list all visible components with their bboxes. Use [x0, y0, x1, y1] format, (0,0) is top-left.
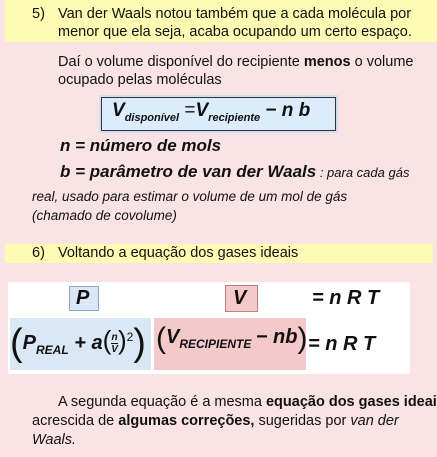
text: Daí o volume disponível do recipiente [58, 54, 304, 70]
var: V [112, 100, 125, 121]
vdw-rhs: = n R T [308, 333, 376, 355]
paren-close: ) [133, 322, 146, 364]
definition-b-line3: (chamado de covolume) [32, 208, 177, 223]
section-6-text: Voltando a equação dos gases ideais [58, 245, 299, 261]
paren: ( [156, 322, 166, 355]
section-5-number: 5) [32, 6, 45, 22]
text: acrescida de [32, 413, 119, 429]
formula-available-volume: Vdisponível =Vrecipiente − n b [112, 100, 311, 124]
ideal-p: P [76, 287, 90, 309]
bold-text: equação dos gases ideais [265, 394, 437, 410]
section-5-line1: Van der Waals notou também que a cada mo… [58, 6, 412, 22]
bold-text: algumas correções, [118, 413, 255, 429]
definition-n: n = número de mols [60, 136, 222, 155]
subscript: REAL [36, 342, 69, 357]
paren-open: ( [10, 322, 23, 364]
paren: ( [102, 324, 112, 355]
equals: = [184, 100, 196, 121]
ideal-rhs: = n R T [312, 287, 380, 309]
text: A segunda equação é a mesma [58, 394, 266, 410]
text: o volume [350, 54, 414, 70]
paragraph-2-line1: A segunda equação é a mesma equação dos … [58, 394, 437, 410]
paragraph-2-line3: Waals. [32, 432, 77, 448]
term: − nb [255, 326, 298, 349]
definition-b: b = parâmetro de van der Waals : para ca… [60, 162, 409, 182]
section-6-number: 6) [32, 245, 45, 261]
paragraph-2-line2: acrescida de algumas correções, sugerida… [32, 413, 399, 429]
fraction: nV [111, 332, 118, 355]
text: sugeridas por [254, 413, 351, 429]
bold-text: menos [303, 54, 351, 70]
var: P [22, 331, 36, 354]
paren: ) [117, 324, 127, 355]
volume-term: (VRECIPIENTE − nb) [156, 322, 307, 356]
term: − n b [265, 100, 311, 121]
paren: ) [297, 322, 308, 355]
denominator: V [111, 344, 118, 355]
ideal-v: V [233, 287, 247, 309]
definition-b-note: : para cada gás [316, 165, 410, 180]
paragraph-1-line1: Daí o volume disponível do recipiente me… [58, 54, 413, 70]
page: 5) Van der Waals notou também que a cada… [0, 0, 437, 457]
subscript: recipiente [208, 112, 261, 124]
definition-b-main: b = parâmetro de van der Waals [60, 162, 317, 181]
definition-b-line2: real, usado para estimar o volume de um … [32, 189, 348, 204]
term: + a [74, 331, 103, 354]
subscript: RECIPIENTE [179, 337, 252, 352]
paragraph-1-line2: ocupado pelas moléculas [58, 72, 222, 88]
italic-text: van der [350, 413, 399, 429]
section-5-line2: menor que ela seja, acaba ocupando um ce… [58, 24, 412, 40]
vdw-equation: (PREAL + a(n V)2) [10, 322, 146, 365]
subscript: disponível [124, 112, 180, 124]
var: V [166, 326, 180, 349]
numerator: n [111, 332, 118, 344]
var: V [195, 100, 209, 121]
